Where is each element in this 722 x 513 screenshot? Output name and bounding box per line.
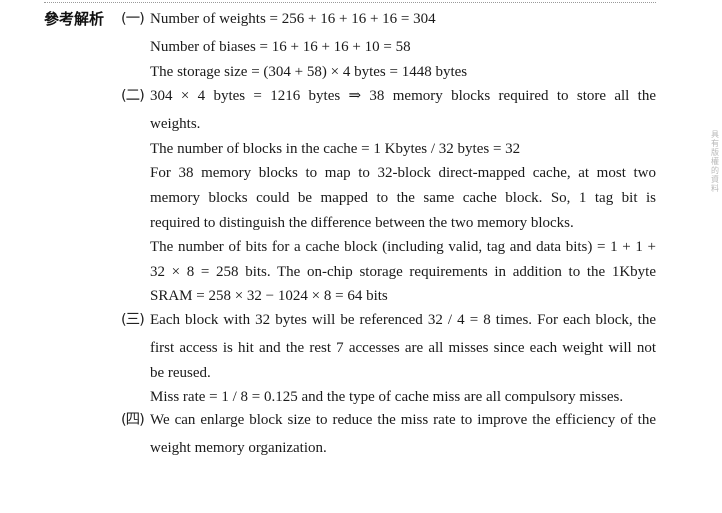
item-2-line-8: 32 × 8 = 258 bits. The on-chip storage r… [150,264,656,280]
item-2-line-6: required to distinguish the difference b… [150,215,574,231]
item-4-line-2: weight memory organization. [150,440,327,456]
item-4-line-1: We can enlarge block size to reduce the … [150,412,656,428]
item-3-line-4: Miss rate = 1 / 8 = 0.125 and the type o… [150,389,624,405]
item-2-line-3: The number of blocks in the cache = 1 Kb… [150,141,521,157]
item-marker-4: (四) [121,412,145,428]
top-dotted-rule [44,2,656,3]
item-3-line-3: be reused. [150,365,211,381]
item-2-line-2: weights. [150,116,201,132]
item-1-line-2: Number of biases = 16 + 16 + 16 + 10 = 5… [150,39,411,55]
item-2-line-7: The number of bits for a cache block (in… [150,239,656,255]
item-marker-1: (一) [121,11,145,27]
item-3-line-2: first access is hit and the rest 7 acces… [150,340,656,356]
item-2-line-9: SRAM = 258 × 32 − 1024 × 8 = 64 bits [150,288,388,304]
answer-heading: 參考解析 [44,10,105,28]
item-1-line-1: Number of weights = 256 + 16 + 16 + 16 =… [150,11,436,27]
side-watermark: 具有版權的資料 [711,130,719,193]
item-2-line-4: For 38 memory blocks to map to 32-block … [150,165,656,181]
item-marker-2: (二) [121,88,145,104]
item-2-line-1: 304 × 4 bytes = 1216 bytes ⇒ 38 memory b… [150,88,656,104]
item-1-line-3: The storage size = (304 + 58) × 4 bytes … [150,64,468,80]
item-3-line-1: Each block with 32 bytes will be referen… [150,312,656,328]
item-2-line-5: memory blocks could be mapped to the sam… [150,190,656,206]
item-marker-3: (三) [121,312,145,328]
